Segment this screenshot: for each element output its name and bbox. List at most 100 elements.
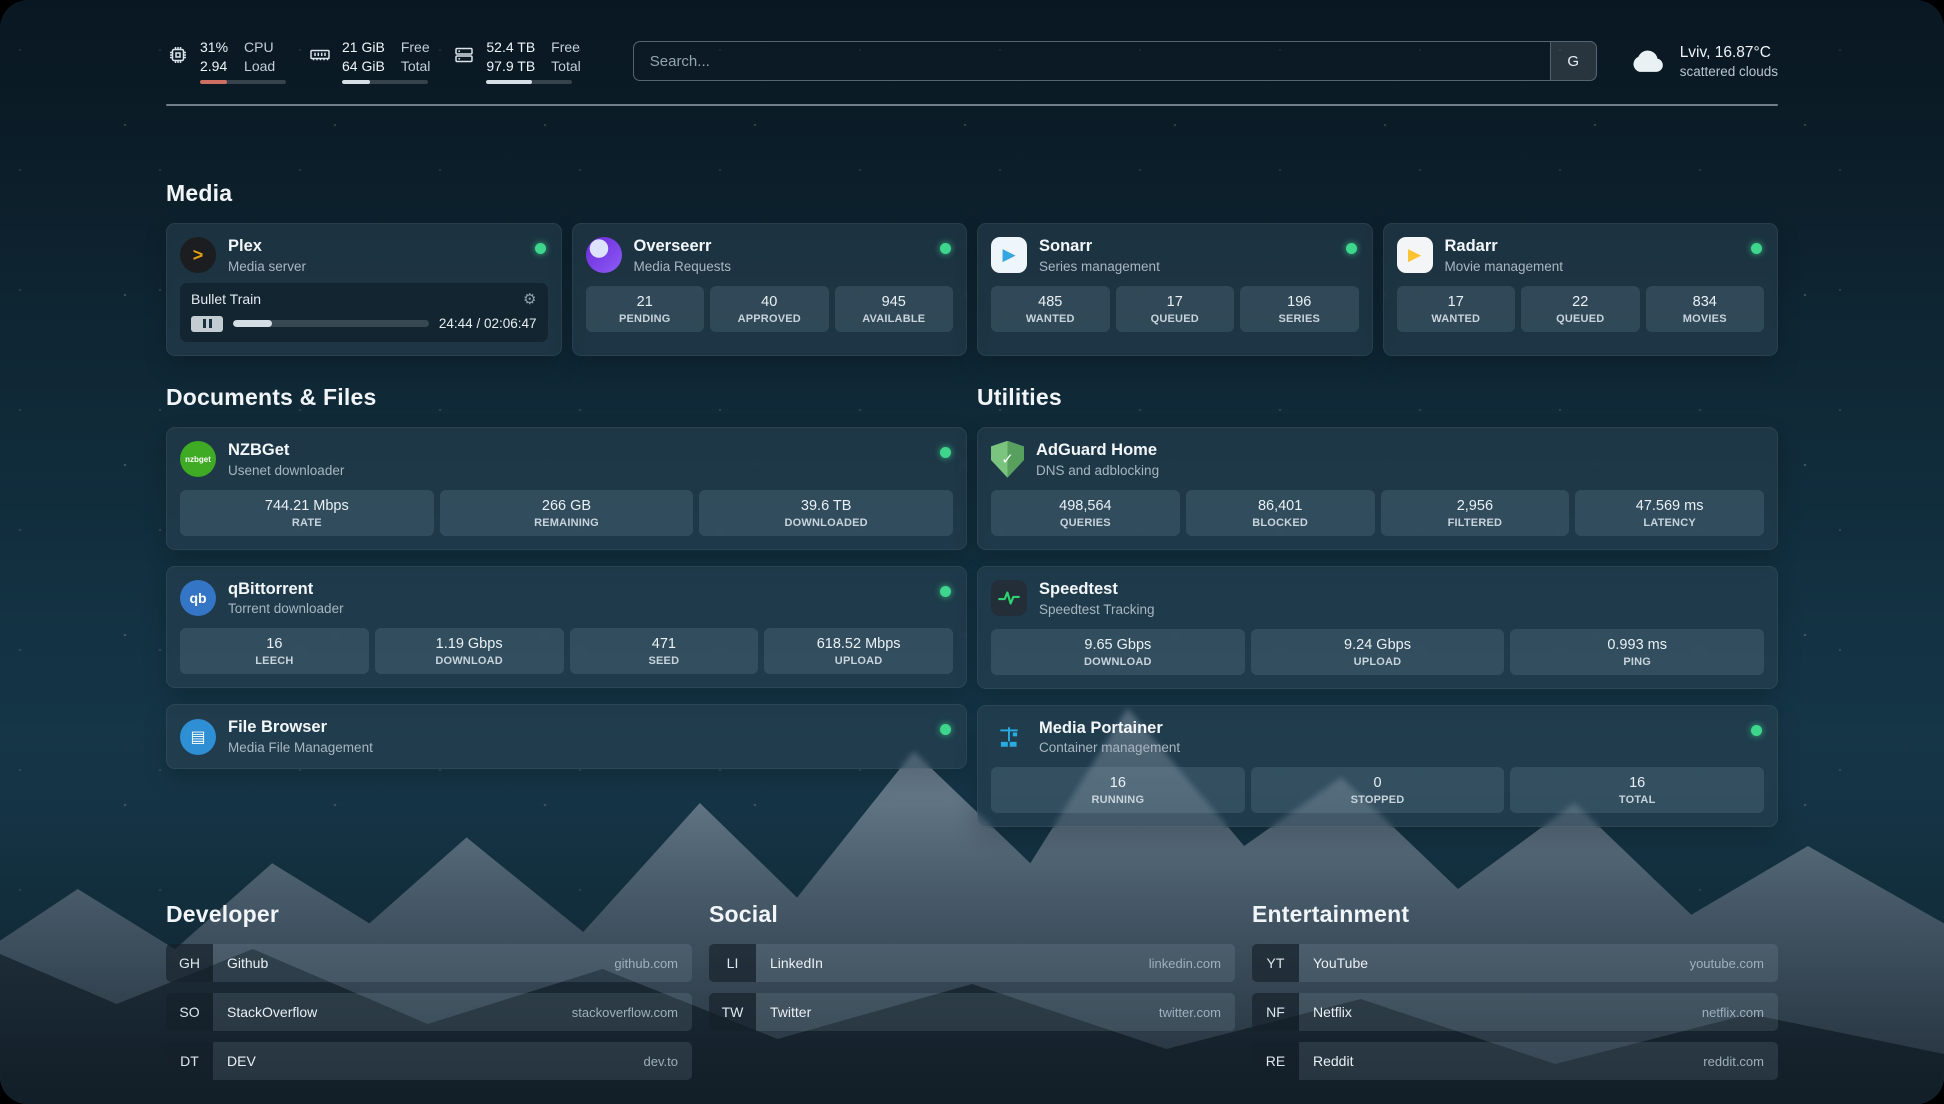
plex-now-playing: Bullet Train ⚙ 24:44 / 02:06:47 <box>180 283 548 342</box>
bookmark-abbr: SO <box>166 993 213 1031</box>
stat-remaining: 266 GBREMAINING <box>440 490 694 536</box>
disk-bar <box>486 80 572 84</box>
stat-ping: 0.993 msPING <box>1510 629 1764 675</box>
cpu-bar <box>200 80 286 84</box>
service-card-nzbget[interactable]: nzbget NZBGet Usenet downloader 744.21 M… <box>166 427 967 550</box>
stat-running: 16RUNNING <box>991 767 1245 813</box>
stat-filtered: 2,956FILTERED <box>1381 490 1570 536</box>
bookmark-abbr: DT <box>166 1042 213 1080</box>
service-name: Radarr <box>1445 237 1564 257</box>
bookmark-linkedin[interactable]: LI LinkedIn linkedin.com <box>709 944 1235 982</box>
bookmark-dev[interactable]: DT DEV dev.to <box>166 1042 692 1080</box>
service-desc: Usenet downloader <box>228 463 344 478</box>
service-desc: Torrent downloader <box>228 601 344 616</box>
stat-wanted: 17WANTED <box>1397 286 1516 332</box>
memory-widget: 21 GiB64 GiB FreeTotal <box>308 38 430 83</box>
service-desc: Speedtest Tracking <box>1039 602 1155 617</box>
service-card-filebrowser[interactable]: ▤ File Browser Media File Management <box>166 704 967 769</box>
service-name: Sonarr <box>1039 237 1160 257</box>
overseerr-icon <box>586 237 622 273</box>
service-desc: DNS and adblocking <box>1036 463 1159 478</box>
service-card-radarr[interactable]: ▶ Radarr Movie management 17WANTED 22QUE… <box>1383 223 1779 356</box>
disk-widget: 52.4 TB97.9 TB FreeTotal <box>452 38 580 83</box>
bookmark-url: netflix.com <box>1702 993 1778 1031</box>
sonarr-icon: ▶ <box>991 237 1027 273</box>
memory-icon <box>308 43 332 67</box>
bookmark-abbr: TW <box>709 993 756 1031</box>
bookmark-group-developer: Developer GH Github github.com SO StackO… <box>166 901 692 1091</box>
playback-time: 24:44 / 02:06:47 <box>439 316 537 331</box>
bookmark-github[interactable]: GH Github github.com <box>166 944 692 982</box>
pause-button[interactable] <box>191 316 223 332</box>
service-card-sonarr[interactable]: ▶ Sonarr Series management 485WANTED 17Q… <box>977 223 1373 356</box>
stat-stopped: 0STOPPED <box>1251 767 1505 813</box>
section-title-entertainment: Entertainment <box>1252 901 1778 928</box>
search-input[interactable] <box>634 53 1550 70</box>
stat-download: 9.65 GbpsDOWNLOAD <box>991 629 1245 675</box>
status-dot <box>940 243 951 254</box>
stat-total: 16TOTAL <box>1510 767 1764 813</box>
service-desc: Movie management <box>1445 259 1564 274</box>
playback-progress[interactable] <box>233 320 429 327</box>
filebrowser-icon: ▤ <box>180 719 216 755</box>
bookmark-name: DEV <box>213 1042 644 1080</box>
cpu-icon <box>166 43 190 67</box>
service-name: Media Portainer <box>1039 719 1180 739</box>
bookmark-twitter[interactable]: TW Twitter twitter.com <box>709 993 1235 1031</box>
status-dot <box>1751 725 1762 736</box>
service-card-speedtest[interactable]: Speedtest Speedtest Tracking 9.65 GbpsDO… <box>977 566 1778 689</box>
stat-wanted: 485WANTED <box>991 286 1110 332</box>
bookmark-stackoverflow[interactable]: SO StackOverflow stackoverflow.com <box>166 993 692 1031</box>
bookmark-name: YouTube <box>1299 944 1690 982</box>
service-name: File Browser <box>228 718 373 738</box>
memory-bar <box>342 80 428 84</box>
radarr-icon: ▶ <box>1397 237 1433 273</box>
search-provider-button[interactable]: G <box>1550 42 1596 80</box>
service-name: NZBGet <box>228 441 344 461</box>
stat-download: 1.19 GbpsDOWNLOAD <box>375 628 564 674</box>
weather-widget[interactable]: Lviv, 16.87°C scattered clouds <box>1627 41 1778 81</box>
dashboard-screen: 31%2.94 CPULoad 21 GiB64 GiB FreeTotal <box>0 0 1944 1104</box>
bookmark-url: youtube.com <box>1690 944 1778 982</box>
service-name: Plex <box>228 237 306 257</box>
bookmark-url: reddit.com <box>1703 1042 1778 1080</box>
stat-latency: 47.569 msLATENCY <box>1575 490 1764 536</box>
memory-values: 21 GiB64 GiB <box>342 38 385 74</box>
gear-icon[interactable]: ⚙ <box>523 290 536 308</box>
stat-queries: 498,564QUERIES <box>991 490 1180 536</box>
service-desc: Container management <box>1039 740 1180 755</box>
weather-condition: scattered clouds <box>1680 64 1778 79</box>
stat-downloaded: 39.6 TBDOWNLOADED <box>699 490 953 536</box>
adguard-icon: ✓ <box>991 441 1024 478</box>
service-card-plex[interactable]: > Plex Media server Bullet Train ⚙ <box>166 223 562 356</box>
stat-upload: 9.24 GbpsUPLOAD <box>1251 629 1505 675</box>
cpu-labels: CPULoad <box>244 38 275 74</box>
bookmark-youtube[interactable]: YT YouTube youtube.com <box>1252 944 1778 982</box>
header-divider <box>166 104 1778 106</box>
bookmark-netflix[interactable]: NF Netflix netflix.com <box>1252 993 1778 1031</box>
stat-pending: 21PENDING <box>586 286 705 332</box>
status-dot <box>535 243 546 254</box>
bookmark-reddit[interactable]: RE Reddit reddit.com <box>1252 1042 1778 1080</box>
weather-location: Lviv, 16.87°C <box>1680 44 1778 62</box>
service-card-overseerr[interactable]: Overseerr Media Requests 21PENDING 40APP… <box>572 223 968 356</box>
memory-labels: FreeTotal <box>401 38 431 74</box>
bookmark-name: Netflix <box>1299 993 1702 1031</box>
service-desc: Media File Management <box>228 740 373 755</box>
stat-movies: 834MOVIES <box>1646 286 1765 332</box>
bookmark-abbr: RE <box>1252 1042 1299 1080</box>
stat-blocked: 86,401BLOCKED <box>1186 490 1375 536</box>
bookmark-url: dev.to <box>644 1042 692 1080</box>
service-card-portainer[interactable]: Media Portainer Container management 16R… <box>977 705 1778 828</box>
service-card-adguard[interactable]: ✓ AdGuard Home DNS and adblocking 498,56… <box>977 427 1778 550</box>
qbittorrent-icon: qb <box>180 580 216 616</box>
section-title-documents: Documents & Files <box>166 384 967 411</box>
status-dot <box>1346 243 1357 254</box>
service-card-qbittorrent[interactable]: qb qBittorrent Torrent downloader 16LEEC… <box>166 566 967 689</box>
bookmark-abbr: LI <box>709 944 756 982</box>
disk-values: 52.4 TB97.9 TB <box>486 38 535 74</box>
section-title-developer: Developer <box>166 901 692 928</box>
stat-queued: 22QUEUED <box>1521 286 1640 332</box>
top-bar: 31%2.94 CPULoad 21 GiB64 GiB FreeTotal <box>166 34 1778 88</box>
bookmark-name: StackOverflow <box>213 993 572 1031</box>
